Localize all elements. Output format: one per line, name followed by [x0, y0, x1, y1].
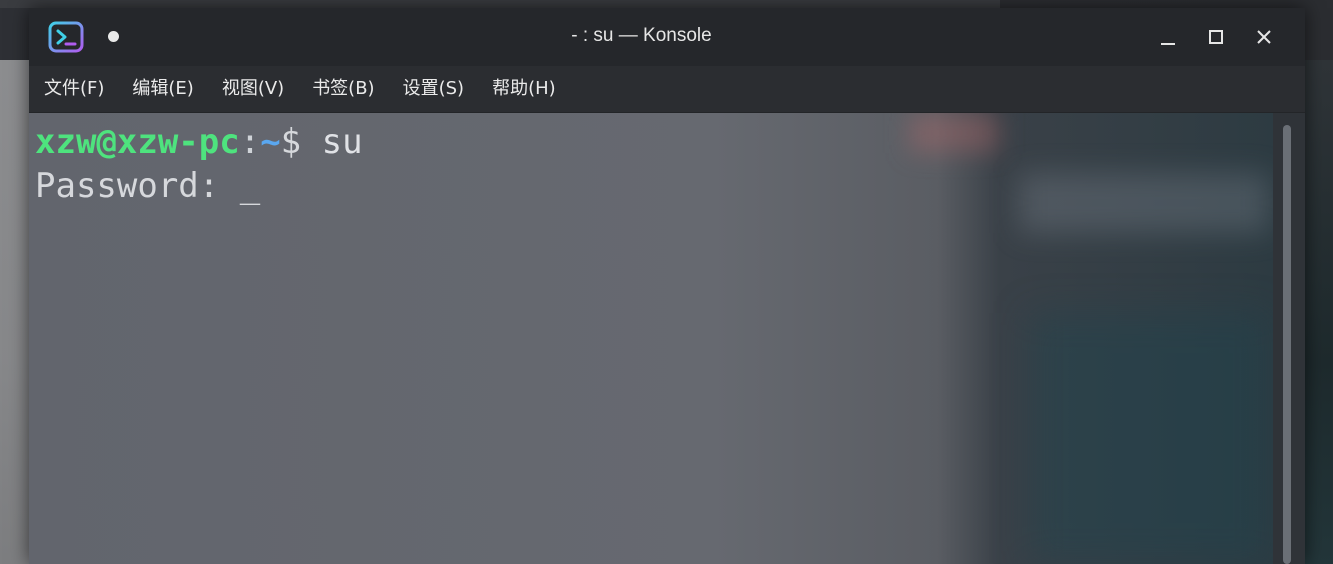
- background-window-left: [0, 60, 30, 564]
- maximize-button[interactable]: [1201, 22, 1231, 52]
- close-button[interactable]: [1249, 22, 1279, 52]
- menu-file[interactable]: 文件(F): [29, 66, 118, 112]
- prompt-path: ~: [260, 122, 281, 162]
- terminal-prompt-line: xzw@xzw-pc:~$ su: [35, 122, 363, 162]
- prompt-colon: :: [239, 122, 261, 162]
- command-text: su: [301, 122, 363, 162]
- background-blur-detail: [1019, 173, 1269, 233]
- menu-settings[interactable]: 设置(S): [389, 66, 478, 112]
- maximize-icon: [1209, 30, 1223, 44]
- menu-help[interactable]: 帮助(H): [478, 66, 570, 112]
- scrollbar-thumb[interactable]: [1283, 125, 1291, 564]
- prompt-user-host: xzw@xzw-pc: [35, 122, 240, 162]
- close-icon: [1257, 30, 1271, 44]
- title-bar[interactable]: - : su — Konsole: [29, 8, 1305, 66]
- minimize-button[interactable]: [1153, 22, 1183, 52]
- password-prompt: Password:: [35, 166, 240, 206]
- menu-edit[interactable]: 编辑(E): [118, 66, 207, 112]
- menu-bar: 文件(F) 编辑(E) 视图(V) 书签(B) 设置(S) 帮助(H): [29, 66, 1305, 113]
- window-title: - : su — Konsole: [571, 25, 712, 46]
- background-blur-detail: [909, 113, 999, 153]
- background-blur-detail: [1029, 313, 1269, 563]
- terminal-view[interactable]: xzw@xzw-pc:~$ su Password: _: [29, 113, 1273, 564]
- menu-bookmarks[interactable]: 书签(B): [298, 66, 388, 112]
- prompt-symbol: $: [280, 122, 302, 162]
- konsole-window: - : su — Konsole 文件(F) 编辑(E) 视图(V) 书签(B)…: [29, 8, 1305, 564]
- terminal-scrollbar[interactable]: [1273, 113, 1305, 564]
- background-browser-toolbar: [0, 0, 1000, 8]
- minimize-icon: [1161, 43, 1175, 45]
- terminal-password-line: Password: _: [35, 166, 260, 206]
- text-cursor: _: [239, 166, 261, 206]
- menu-view[interactable]: 视图(V): [208, 66, 298, 112]
